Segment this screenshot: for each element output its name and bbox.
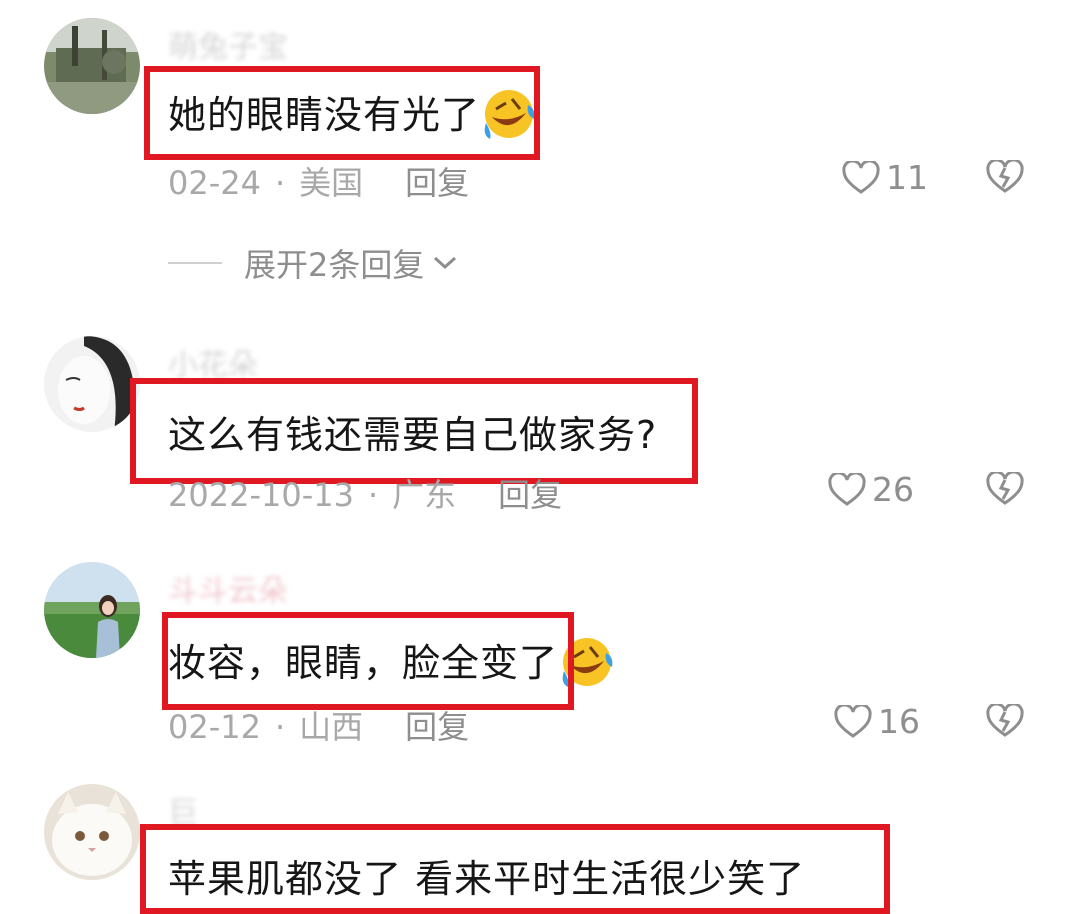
- like-count: 16: [878, 702, 920, 741]
- comment-date: 02-24: [168, 164, 261, 202]
- comment-meta: 02-24 · 美国 回复: [168, 164, 470, 202]
- chevron-down-icon: [434, 256, 457, 270]
- avatar[interactable]: [44, 18, 140, 114]
- dislike-button[interactable]: [986, 158, 1024, 198]
- username[interactable]: 斗斗云朵: [168, 566, 288, 610]
- expand-replies[interactable]: 展开2条回复: [168, 240, 460, 286]
- red-highlight-box: [140, 824, 890, 914]
- expand-replies-label: 展开2条回复: [244, 246, 425, 284]
- heart-icon: [842, 160, 880, 194]
- comment-date: 02-12: [168, 708, 261, 746]
- divider-line: [168, 262, 222, 264]
- like-count: 26: [872, 470, 914, 509]
- username[interactable]: 萌兔子宝: [168, 22, 288, 66]
- heart-icon: [834, 704, 872, 738]
- avatar[interactable]: [44, 784, 140, 880]
- comment-date: 2022-10-13: [168, 476, 354, 514]
- comment-meta: 02-12 · 山西 回复: [168, 708, 470, 746]
- comment-location: 山西: [299, 708, 364, 746]
- comment-location: 美国: [299, 164, 364, 202]
- broken-heart-icon: [986, 470, 1024, 505]
- reply-button[interactable]: 回复: [405, 708, 469, 746]
- reply-button[interactable]: 回复: [498, 476, 562, 514]
- comment-meta: 2022-10-13 · 广东 回复: [168, 476, 563, 514]
- dislike-button[interactable]: [986, 702, 1024, 742]
- red-highlight-box: [162, 612, 574, 710]
- broken-heart-icon: [986, 702, 1024, 737]
- broken-heart-icon: [986, 158, 1024, 193]
- like-button[interactable]: 11: [842, 158, 928, 197]
- avatar[interactable]: [44, 336, 140, 432]
- like-button[interactable]: 16: [834, 702, 920, 741]
- comment-location: 广东: [392, 476, 457, 514]
- avatar[interactable]: [44, 562, 140, 658]
- reply-button[interactable]: 回复: [405, 164, 469, 202]
- heart-icon: [828, 472, 866, 506]
- dislike-button[interactable]: [986, 470, 1024, 510]
- red-highlight-box: [130, 378, 698, 484]
- like-button[interactable]: 26: [828, 470, 914, 509]
- red-highlight-box: [144, 66, 540, 160]
- like-count: 11: [886, 158, 928, 197]
